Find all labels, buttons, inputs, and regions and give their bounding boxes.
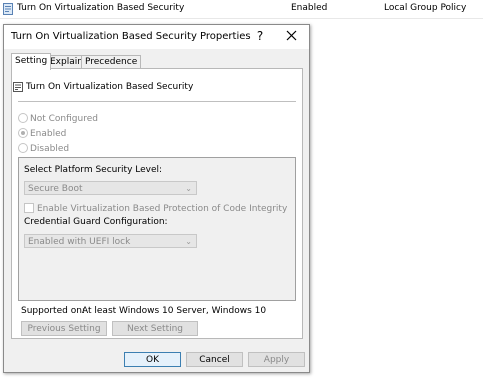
apply-button[interactable]: Apply bbox=[248, 352, 305, 367]
chevron-down-icon: ⌄ bbox=[185, 237, 192, 246]
radio-label: Not Configured bbox=[30, 114, 98, 124]
supported-on-label: Supported on: bbox=[21, 306, 85, 316]
checkbox-label: Enable Virtualization Based Protection o… bbox=[37, 204, 288, 214]
radio-enabled[interactable]: Enabled bbox=[18, 128, 66, 139]
supported-on-value: At least Windows 10 Server, Windows 10 bbox=[82, 306, 267, 316]
help-button[interactable]: ? bbox=[253, 29, 267, 43]
platform-security-select[interactable]: Secure Boot ⌄ bbox=[24, 181, 197, 195]
code-integrity-checkbox[interactable] bbox=[24, 203, 34, 213]
policy-heading: Turn On Virtualization Based Security bbox=[13, 82, 194, 92]
tab-setting[interactable]: Setting bbox=[11, 53, 52, 70]
options-panel bbox=[18, 157, 296, 301]
title-bar[interactable]: Turn On Virtualization Based Security Pr… bbox=[4, 25, 309, 49]
credential-guard-select[interactable]: Enabled with UEFI lock ⌄ bbox=[24, 234, 197, 248]
select-value: Enabled with UEFI lock bbox=[28, 237, 131, 247]
properties-dialog: Turn On Virtualization Based Security Pr… bbox=[3, 24, 310, 373]
radio-not-configured[interactable]: Not Configured bbox=[18, 113, 98, 124]
radio-label: Enabled bbox=[30, 129, 67, 139]
platform-security-label: Select Platform Security Level: bbox=[24, 165, 163, 175]
row-state: Enabled bbox=[291, 3, 328, 13]
ok-button[interactable]: OK bbox=[124, 352, 181, 367]
policy-setting-icon bbox=[3, 3, 13, 15]
select-value: Secure Boot bbox=[28, 184, 83, 194]
previous-setting-button[interactable]: Previous Setting bbox=[21, 321, 107, 336]
radio-label: Disabled bbox=[30, 144, 70, 154]
cancel-button[interactable]: Cancel bbox=[186, 352, 243, 367]
policy-setting-icon bbox=[13, 82, 23, 92]
radio-button[interactable] bbox=[18, 143, 28, 153]
next-setting-button[interactable]: Next Setting bbox=[112, 321, 198, 336]
chevron-down-icon: ⌄ bbox=[185, 184, 192, 193]
credential-guard-label: Credential Guard Configuration: bbox=[24, 217, 168, 227]
row-policy-name: Turn On Virtualization Based Security bbox=[17, 3, 185, 13]
tab-precedence[interactable]: Precedence bbox=[81, 55, 142, 69]
code-integrity-checkbox-row[interactable]: Enable Virtualization Based Protection o… bbox=[24, 203, 287, 214]
radio-disabled[interactable]: Disabled bbox=[18, 143, 69, 154]
row-gpo: Local Group Policy bbox=[384, 3, 467, 13]
policy-title: Turn On Virtualization Based Security bbox=[26, 82, 194, 92]
dialog-title: Turn On Virtualization Based Security Pr… bbox=[11, 31, 251, 42]
divider bbox=[18, 101, 296, 102]
radio-button[interactable] bbox=[18, 128, 28, 138]
close-icon[interactable] bbox=[283, 28, 301, 44]
row-divider bbox=[0, 18, 483, 19]
policy-list-row[interactable]: Turn On Virtualization Based Security En… bbox=[0, 0, 483, 18]
radio-button[interactable] bbox=[18, 113, 28, 123]
